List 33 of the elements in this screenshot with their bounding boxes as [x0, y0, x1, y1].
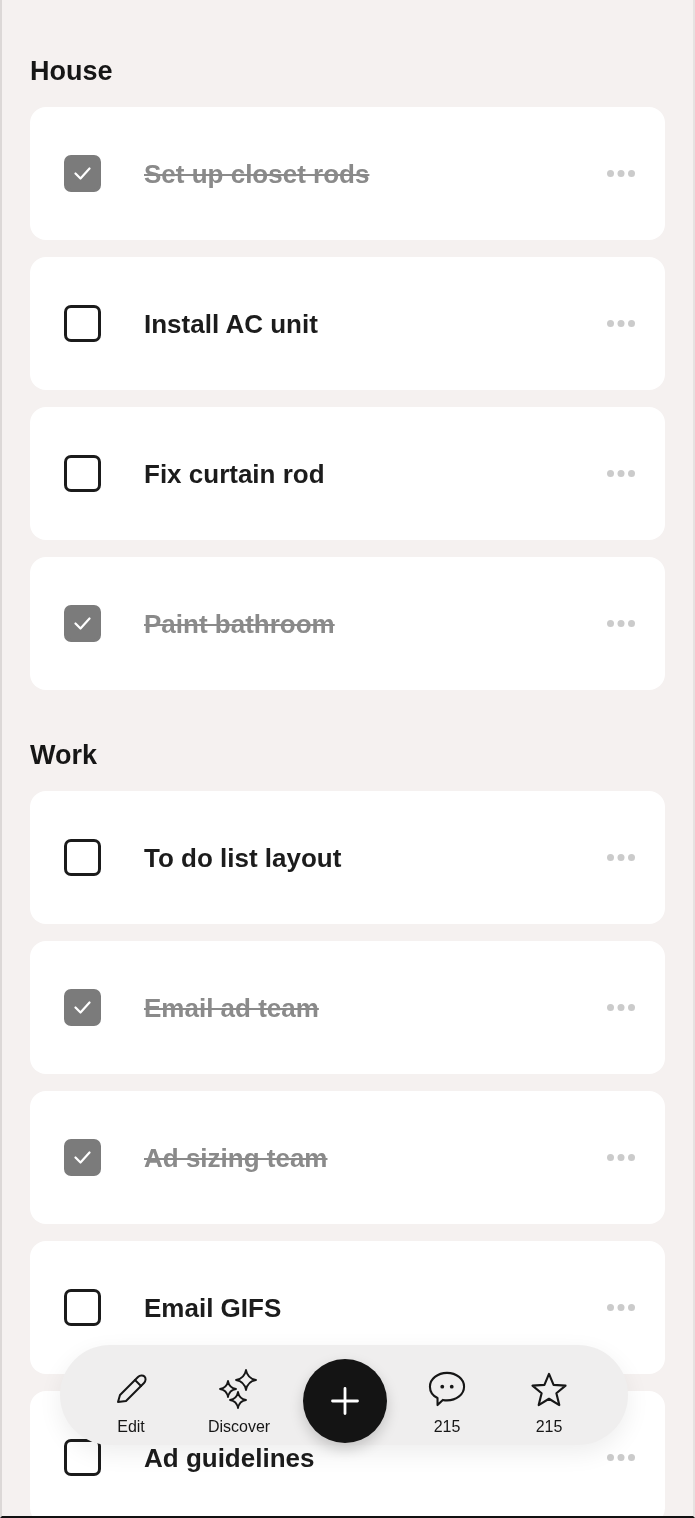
section-title: Work: [30, 739, 98, 772]
sparkles-icon: [218, 1369, 260, 1409]
task-label: Install AC unit: [144, 310, 318, 337]
check-icon: [74, 617, 91, 630]
task-card[interactable]: Install AC unit: [30, 257, 665, 390]
task-label: Email GIFS: [144, 1294, 282, 1321]
checkbox[interactable]: [64, 839, 101, 876]
checkbox[interactable]: [64, 305, 101, 342]
check-icon: [74, 1151, 91, 1164]
star-icon: [530, 1371, 568, 1407]
check-icon: [74, 1001, 91, 1014]
checkbox[interactable]: [64, 455, 101, 492]
task-card[interactable]: To do list layout: [30, 791, 665, 924]
task-label: Ad guidelines: [144, 1444, 315, 1471]
task-label: Ad sizing team: [144, 1144, 328, 1171]
plus-icon: [331, 1387, 359, 1415]
checkbox[interactable]: [64, 989, 101, 1026]
checkbox[interactable]: [64, 1439, 101, 1476]
check-icon: [74, 167, 91, 180]
task-label: To do list layout: [144, 844, 342, 871]
checkbox[interactable]: [64, 1289, 101, 1326]
checkbox[interactable]: [64, 605, 101, 642]
task-label: Set up closet rods: [144, 160, 370, 187]
add-button[interactable]: [303, 1359, 387, 1443]
checkbox[interactable]: [64, 1139, 101, 1176]
task-label: Fix curtain rod: [144, 460, 325, 487]
task-card[interactable]: Fix curtain rod: [30, 407, 665, 540]
task-label: Email ad team: [144, 994, 319, 1021]
checkbox[interactable]: [64, 155, 101, 192]
task-label: Paint bathroom: [144, 610, 335, 637]
speech-bubble-icon: [427, 1371, 467, 1407]
section-title: House: [30, 55, 114, 88]
pencil-icon: [114, 1372, 148, 1406]
